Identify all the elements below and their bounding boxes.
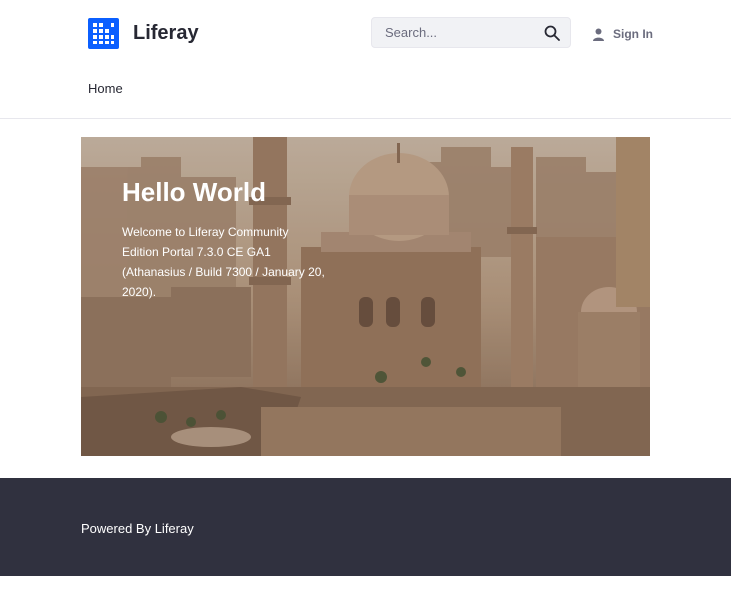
site-name[interactable]: Liferay (133, 22, 199, 45)
sign-in-label: Sign In (613, 27, 653, 41)
search-icon[interactable] (544, 25, 560, 41)
site-header: Liferay Sign In Home (0, 0, 731, 119)
user-icon (593, 28, 604, 41)
hero-welcome-text: Welcome to Liferay Community Edition Por… (122, 225, 325, 299)
liferay-logo-icon[interactable] (88, 18, 119, 49)
sign-in-link[interactable]: Sign In (593, 26, 653, 42)
site-footer: Powered By Liferay (0, 478, 731, 576)
nav-item-home[interactable]: Home (88, 81, 123, 96)
hero-title: Hello World (122, 177, 266, 207)
hero-banner: Hello World Welcome to Liferay Community… (81, 137, 650, 456)
main-navigation: Home (88, 80, 123, 98)
powered-by-text: Powered By Liferay (81, 521, 194, 536)
search-bar (371, 17, 571, 48)
search-input[interactable] (372, 18, 545, 47)
